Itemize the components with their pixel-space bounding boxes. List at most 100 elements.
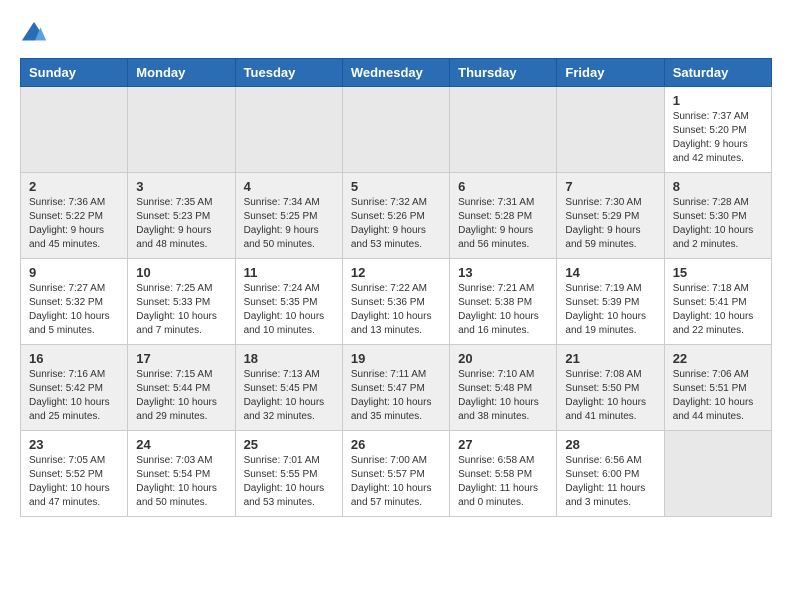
day-number: 5 <box>351 179 441 194</box>
calendar-cell: 3 Sunrise: 7:35 AM Sunset: 5:23 PM Daylig… <box>128 173 235 259</box>
week-row-4: 23 Sunrise: 7:05 AM Sunset: 5:52 PM Dayli… <box>21 431 772 517</box>
day-info: Sunrise: 7:30 AM Sunset: 5:29 PM Dayligh… <box>565 196 655 252</box>
calendar-cell <box>21 87 128 173</box>
day-info: Sunrise: 7:08 AM Sunset: 5:50 PM Dayligh… <box>565 368 655 424</box>
weekday-header-friday: Friday <box>557 59 664 87</box>
calendar-cell: 11Sunrise: 7:24 AM Sunset: 5:35 PM Dayli… <box>235 259 342 345</box>
calendar-cell <box>235 87 342 173</box>
day-number: 25 <box>244 437 334 452</box>
day-info: Sunrise: 7:10 AM Sunset: 5:48 PM Dayligh… <box>458 368 548 424</box>
day-number: 10 <box>136 265 226 280</box>
day-info: Sunrise: 7:27 AM Sunset: 5:32 PM Dayligh… <box>29 282 119 338</box>
day-info: Sunrise: 6:58 AM Sunset: 5:58 PM Dayligh… <box>458 454 548 510</box>
day-number: 21 <box>565 351 655 366</box>
day-info: Sunrise: 7:11 AM Sunset: 5:47 PM Dayligh… <box>351 368 441 424</box>
weekday-header-row: SundayMondayTuesdayWednesdayThursdayFrid… <box>21 59 772 87</box>
calendar-cell: 13Sunrise: 7:21 AM Sunset: 5:38 PM Dayli… <box>450 259 557 345</box>
day-info: Sunrise: 7:22 AM Sunset: 5:36 PM Dayligh… <box>351 282 441 338</box>
calendar-cell: 8 Sunrise: 7:28 AM Sunset: 5:30 PM Daylig… <box>664 173 771 259</box>
calendar-cell: 23 Sunrise: 7:05 AM Sunset: 5:52 PM Dayli… <box>21 431 128 517</box>
weekday-header-tuesday: Tuesday <box>235 59 342 87</box>
calendar-cell: 27Sunrise: 6:58 AM Sunset: 5:58 PM Dayli… <box>450 431 557 517</box>
week-row-1: 2 Sunrise: 7:36 AM Sunset: 5:22 PM Daylig… <box>21 173 772 259</box>
calendar-cell: 7 Sunrise: 7:30 AM Sunset: 5:29 PM Daylig… <box>557 173 664 259</box>
day-info: Sunrise: 7:13 AM Sunset: 5:45 PM Dayligh… <box>244 368 334 424</box>
day-info: Sunrise: 7:24 AM Sunset: 5:35 PM Dayligh… <box>244 282 334 338</box>
day-info: Sunrise: 7:35 AM Sunset: 5:23 PM Dayligh… <box>136 196 226 252</box>
calendar-cell: 26 Sunrise: 7:00 AM Sunset: 5:57 PM Dayli… <box>342 431 449 517</box>
week-row-0: 1Sunrise: 7:37 AM Sunset: 5:20 PM Daylig… <box>21 87 772 173</box>
day-number: 2 <box>29 179 119 194</box>
day-info: Sunrise: 7:37 AM Sunset: 5:20 PM Dayligh… <box>673 110 763 166</box>
day-number: 4 <box>244 179 334 194</box>
calendar-cell <box>664 431 771 517</box>
weekday-header-wednesday: Wednesday <box>342 59 449 87</box>
calendar-cell: 25 Sunrise: 7:01 AM Sunset: 5:55 PM Dayli… <box>235 431 342 517</box>
calendar-cell: 15 Sunrise: 7:18 AM Sunset: 5:41 PM Dayli… <box>664 259 771 345</box>
day-number: 28 <box>565 437 655 452</box>
day-number: 15 <box>673 265 763 280</box>
day-info: Sunrise: 7:19 AM Sunset: 5:39 PM Dayligh… <box>565 282 655 338</box>
day-info: Sunrise: 7:31 AM Sunset: 5:28 PM Dayligh… <box>458 196 548 252</box>
calendar-cell: 17 Sunrise: 7:15 AM Sunset: 5:44 PM Dayli… <box>128 345 235 431</box>
calendar-cell: 4 Sunrise: 7:34 AM Sunset: 5:25 PM Daylig… <box>235 173 342 259</box>
calendar-cell: 9 Sunrise: 7:27 AM Sunset: 5:32 PM Daylig… <box>21 259 128 345</box>
day-number: 8 <box>673 179 763 194</box>
day-number: 18 <box>244 351 334 366</box>
day-info: Sunrise: 7:01 AM Sunset: 5:55 PM Dayligh… <box>244 454 334 510</box>
calendar-cell <box>557 87 664 173</box>
weekday-header-monday: Monday <box>128 59 235 87</box>
calendar-cell: 6 Sunrise: 7:31 AM Sunset: 5:28 PM Daylig… <box>450 173 557 259</box>
calendar-cell: 22Sunrise: 7:06 AM Sunset: 5:51 PM Dayli… <box>664 345 771 431</box>
calendar: SundayMondayTuesdayWednesdayThursdayFrid… <box>20 58 772 517</box>
day-number: 16 <box>29 351 119 366</box>
day-number: 6 <box>458 179 548 194</box>
calendar-cell: 21 Sunrise: 7:08 AM Sunset: 5:50 PM Dayli… <box>557 345 664 431</box>
calendar-cell: 18 Sunrise: 7:13 AM Sunset: 5:45 PM Dayli… <box>235 345 342 431</box>
day-info: Sunrise: 7:25 AM Sunset: 5:33 PM Dayligh… <box>136 282 226 338</box>
day-info: Sunrise: 7:16 AM Sunset: 5:42 PM Dayligh… <box>29 368 119 424</box>
day-number: 17 <box>136 351 226 366</box>
day-number: 14 <box>565 265 655 280</box>
calendar-cell: 16 Sunrise: 7:16 AM Sunset: 5:42 PM Dayli… <box>21 345 128 431</box>
calendar-cell <box>342 87 449 173</box>
day-number: 3 <box>136 179 226 194</box>
day-number: 23 <box>29 437 119 452</box>
day-number: 7 <box>565 179 655 194</box>
day-number: 13 <box>458 265 548 280</box>
day-number: 9 <box>29 265 119 280</box>
day-info: Sunrise: 7:28 AM Sunset: 5:30 PM Dayligh… <box>673 196 763 252</box>
calendar-cell: 10 Sunrise: 7:25 AM Sunset: 5:33 PM Dayli… <box>128 259 235 345</box>
day-number: 19 <box>351 351 441 366</box>
calendar-cell <box>128 87 235 173</box>
day-info: Sunrise: 7:15 AM Sunset: 5:44 PM Dayligh… <box>136 368 226 424</box>
day-info: Sunrise: 7:36 AM Sunset: 5:22 PM Dayligh… <box>29 196 119 252</box>
calendar-cell: 1Sunrise: 7:37 AM Sunset: 5:20 PM Daylig… <box>664 87 771 173</box>
weekday-header-thursday: Thursday <box>450 59 557 87</box>
day-number: 24 <box>136 437 226 452</box>
day-info: Sunrise: 7:05 AM Sunset: 5:52 PM Dayligh… <box>29 454 119 510</box>
day-number: 20 <box>458 351 548 366</box>
weekday-header-sunday: Sunday <box>21 59 128 87</box>
day-info: Sunrise: 7:00 AM Sunset: 5:57 PM Dayligh… <box>351 454 441 510</box>
logo <box>20 20 52 48</box>
calendar-cell: 20 Sunrise: 7:10 AM Sunset: 5:48 PM Dayli… <box>450 345 557 431</box>
logo-icon <box>20 20 48 48</box>
weekday-header-saturday: Saturday <box>664 59 771 87</box>
calendar-cell: 5 Sunrise: 7:32 AM Sunset: 5:26 PM Daylig… <box>342 173 449 259</box>
calendar-cell: 19 Sunrise: 7:11 AM Sunset: 5:47 PM Dayli… <box>342 345 449 431</box>
calendar-cell: 12 Sunrise: 7:22 AM Sunset: 5:36 PM Dayli… <box>342 259 449 345</box>
week-row-3: 16 Sunrise: 7:16 AM Sunset: 5:42 PM Dayli… <box>21 345 772 431</box>
day-info: Sunrise: 7:03 AM Sunset: 5:54 PM Dayligh… <box>136 454 226 510</box>
day-number: 22 <box>673 351 763 366</box>
day-info: Sunrise: 7:32 AM Sunset: 5:26 PM Dayligh… <box>351 196 441 252</box>
day-number: 12 <box>351 265 441 280</box>
calendar-cell: 2 Sunrise: 7:36 AM Sunset: 5:22 PM Daylig… <box>21 173 128 259</box>
calendar-cell: 24 Sunrise: 7:03 AM Sunset: 5:54 PM Dayli… <box>128 431 235 517</box>
calendar-cell: 28Sunrise: 6:56 AM Sunset: 6:00 PM Dayli… <box>557 431 664 517</box>
day-info: Sunrise: 7:34 AM Sunset: 5:25 PM Dayligh… <box>244 196 334 252</box>
day-number: 26 <box>351 437 441 452</box>
day-info: Sunrise: 7:18 AM Sunset: 5:41 PM Dayligh… <box>673 282 763 338</box>
calendar-cell: 14 Sunrise: 7:19 AM Sunset: 5:39 PM Dayli… <box>557 259 664 345</box>
week-row-2: 9 Sunrise: 7:27 AM Sunset: 5:32 PM Daylig… <box>21 259 772 345</box>
